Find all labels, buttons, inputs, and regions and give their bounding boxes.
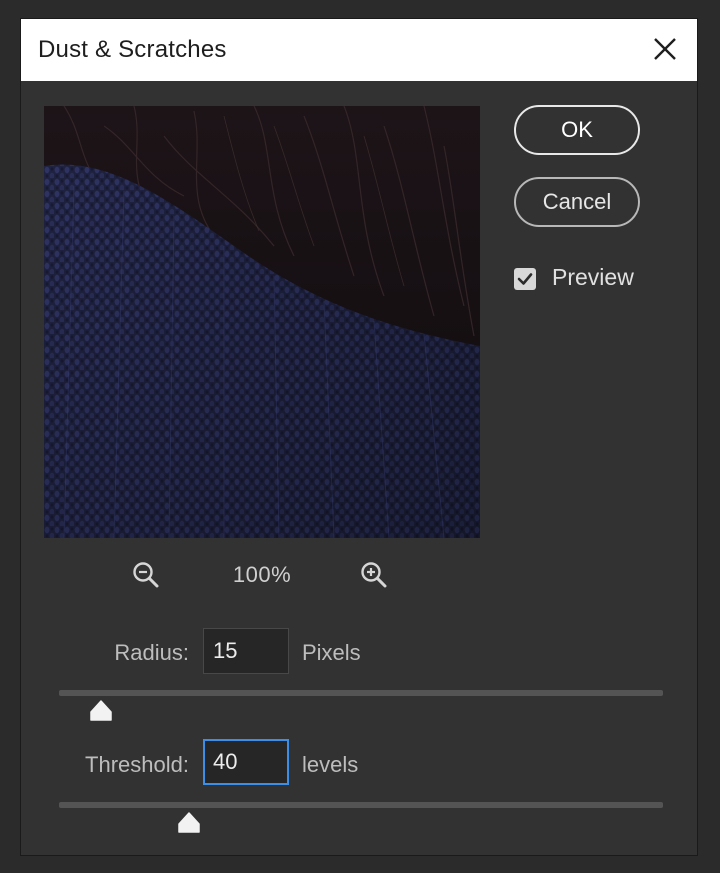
preview-checkbox[interactable]: [514, 268, 536, 290]
threshold-unit: levels: [302, 752, 359, 777]
zoom-in-icon: [361, 562, 387, 588]
close-button[interactable]: [647, 31, 683, 67]
radius-unit: Pixels: [302, 640, 361, 665]
zoom-out-button[interactable]: [131, 560, 161, 590]
preview-label: Preview: [552, 264, 634, 290]
threshold-label: Threshold:: [85, 752, 189, 777]
radius-slider-track[interactable]: [59, 690, 663, 696]
preview-picture: [44, 106, 480, 538]
cancel-button[interactable]: Cancel: [514, 177, 640, 227]
dialog-titlebar: Dust & Scratches: [21, 19, 697, 81]
threshold-input[interactable]: 40: [203, 739, 289, 785]
filter-preview-image[interactable]: [44, 106, 480, 538]
close-icon: [654, 38, 676, 60]
dust-scratches-dialog: Dust & Scratches OK Cancel Preview 100% …: [20, 18, 698, 856]
zoom-in-button[interactable]: [359, 560, 389, 590]
zoom-level: 100%: [232, 562, 292, 587]
ok-button[interactable]: OK: [514, 105, 640, 155]
zoom-out-icon: [133, 562, 159, 588]
threshold-slider-track[interactable]: [59, 802, 663, 808]
radius-slider-thumb[interactable]: [89, 700, 113, 722]
threshold-slider-thumb[interactable]: [177, 812, 201, 834]
slider-thumb-icon: [178, 812, 200, 833]
slider-thumb-icon: [90, 700, 113, 721]
dialog-title: Dust & Scratches: [38, 36, 227, 63]
radius-label: Radius:: [114, 640, 189, 665]
radius-input[interactable]: 15: [203, 628, 289, 674]
checkmark-icon: [517, 273, 533, 285]
